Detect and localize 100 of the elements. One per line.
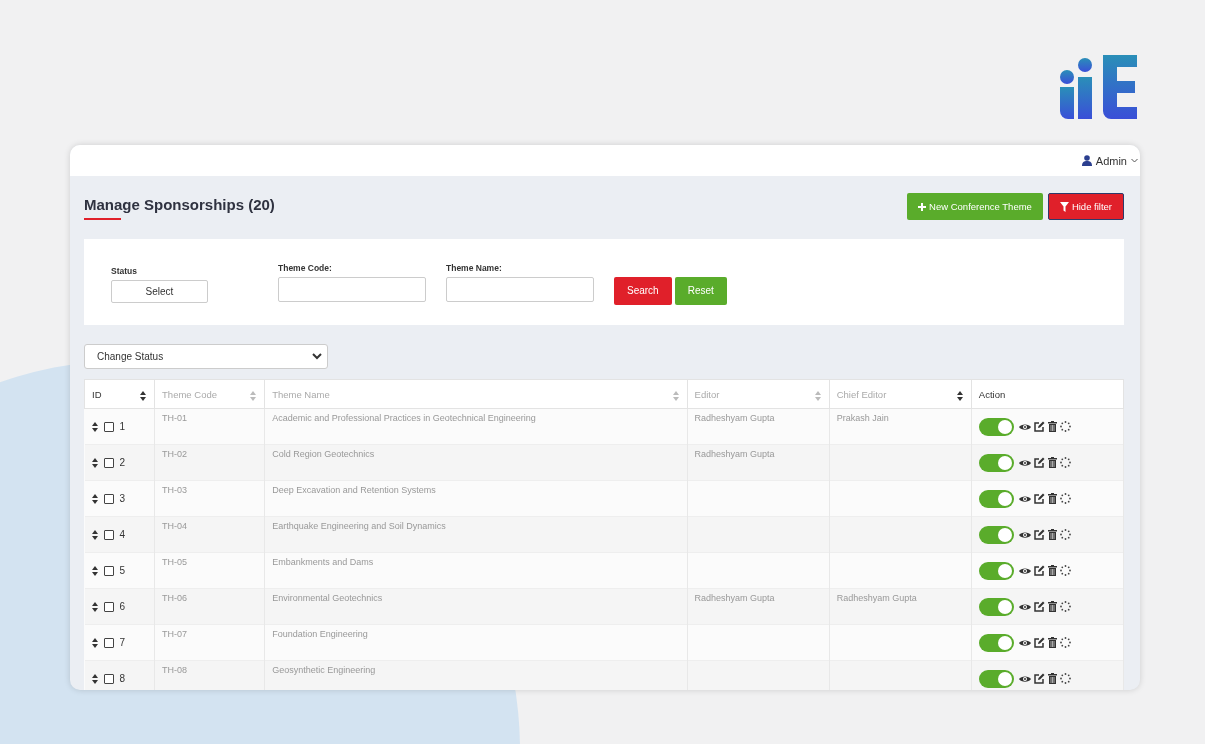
eye-icon[interactable] (1018, 602, 1031, 611)
status-toggle[interactable] (978, 417, 1014, 436)
edit-icon[interactable] (1033, 457, 1045, 468)
table-cell: 1 (119, 421, 126, 432)
eye-icon[interactable] (1018, 530, 1031, 539)
column-header[interactable]: Theme Name (264, 379, 688, 409)
edit-icon[interactable] (1033, 673, 1045, 684)
table-cell: TH-01 (162, 413, 188, 423)
spinner-icon[interactable] (1059, 565, 1071, 576)
table-cell: TH-04 (162, 521, 188, 531)
edit-icon[interactable] (1033, 493, 1045, 504)
hide-filter-button[interactable]: Hide filter (1047, 193, 1124, 220)
edit-icon[interactable] (1033, 529, 1045, 540)
column-header[interactable]: ID (84, 379, 155, 409)
table-cell: Radheshyam Gupta (694, 413, 775, 423)
spinner-icon[interactable] (1059, 529, 1071, 540)
column-header[interactable]: Chief Editor (829, 379, 972, 409)
logo-icon (1059, 55, 1139, 119)
edit-icon[interactable] (1033, 637, 1045, 648)
status-toggle[interactable] (978, 597, 1014, 616)
column-header[interactable]: Editor (687, 379, 830, 409)
eye-icon[interactable] (1018, 422, 1031, 431)
status-toggle[interactable] (978, 669, 1014, 688)
sort-handle-icon[interactable] (91, 493, 98, 504)
trash-icon[interactable] (1047, 457, 1057, 468)
table-cell: Environmental Geotechnics (272, 593, 383, 603)
filter-icon (1059, 201, 1069, 212)
row-checkbox[interactable] (103, 637, 114, 648)
eye-icon[interactable] (1018, 458, 1031, 467)
table-cell: TH-07 (162, 629, 188, 639)
row-checkbox[interactable] (103, 421, 114, 432)
edit-icon[interactable] (1033, 421, 1045, 432)
status-toggle[interactable] (978, 561, 1014, 580)
spinner-icon[interactable] (1059, 601, 1071, 612)
search-button[interactable]: Search (614, 276, 672, 305)
table-cell: Radheshyam Gupta (694, 449, 775, 459)
spinner-icon[interactable] (1059, 493, 1071, 504)
status-toggle[interactable] (978, 489, 1014, 508)
sort-handle-icon[interactable] (91, 421, 98, 432)
chevron-down-icon (1131, 158, 1138, 163)
trash-icon[interactable] (1047, 565, 1057, 576)
table-cell: Radheshyam Gupta (836, 593, 917, 603)
input-field[interactable] (278, 276, 426, 302)
trash-icon[interactable] (1047, 601, 1057, 612)
table-cell: TH-08 (162, 665, 188, 675)
column-header[interactable]: Theme Code (154, 379, 265, 409)
eye-icon[interactable] (1018, 494, 1031, 503)
user-menu[interactable]: Admin (1081, 154, 1140, 167)
edit-icon[interactable] (1033, 601, 1045, 612)
trash-icon[interactable] (1047, 493, 1057, 504)
row-checkbox[interactable] (103, 493, 114, 504)
spinner-icon[interactable] (1059, 673, 1071, 684)
row-checkbox[interactable] (103, 565, 114, 576)
table-cell: TH-06 (162, 593, 188, 603)
column-header: Action (971, 379, 1124, 409)
spinner-icon[interactable] (1059, 421, 1071, 432)
sort-icon (140, 391, 147, 401)
sort-icon (250, 391, 257, 401)
filter-label: Status (111, 265, 138, 276)
sort-handle-icon[interactable] (91, 529, 98, 540)
sort-handle-icon[interactable] (91, 673, 98, 684)
eye-icon[interactable] (1018, 674, 1031, 683)
row-checkbox[interactable] (103, 457, 114, 468)
input-field[interactable] (446, 276, 594, 302)
eye-icon[interactable] (1018, 638, 1031, 647)
row-checkbox[interactable] (103, 529, 114, 540)
spinner-icon[interactable] (1059, 457, 1071, 468)
status-toggle[interactable] (978, 633, 1014, 652)
row-checkbox[interactable] (103, 673, 114, 684)
sort-handle-icon[interactable] (91, 457, 98, 468)
sort-handle-icon[interactable] (91, 565, 98, 576)
edit-icon[interactable] (1033, 565, 1045, 576)
table-cell: 2 (119, 457, 126, 468)
table-cell: 4 (119, 529, 126, 540)
table-cell: Geosynthetic Engineering (272, 665, 376, 675)
change-status-select[interactable]: Change Status (84, 344, 328, 369)
table-cell: 6 (119, 601, 126, 612)
table-cell: Cold Region Geotechnics (272, 449, 375, 459)
status-select[interactable]: Select (111, 279, 208, 303)
sort-icon (814, 391, 821, 401)
table-cell: TH-05 (162, 557, 188, 567)
row-checkbox[interactable] (103, 601, 114, 612)
page-title: Manage Sponsorships (20) (84, 196, 275, 213)
trash-icon[interactable] (1047, 421, 1057, 432)
trash-icon[interactable] (1047, 529, 1057, 540)
table-cell: Foundation Engineering (272, 629, 368, 639)
status-toggle[interactable] (978, 525, 1014, 544)
eye-icon[interactable] (1018, 566, 1031, 575)
status-toggle[interactable] (978, 453, 1014, 472)
filter-label: Theme Code: (278, 262, 333, 273)
spinner-icon[interactable] (1059, 637, 1071, 648)
trash-icon[interactable] (1047, 673, 1057, 684)
reset-button[interactable]: Reset (674, 276, 727, 305)
table-cell: Radheshyam Gupta (694, 593, 775, 603)
new-theme-button[interactable]: New Conference Theme (907, 193, 1043, 220)
table-cell: Embankments and Dams (272, 557, 374, 567)
table-cell: 8 (119, 673, 126, 684)
sort-handle-icon[interactable] (91, 601, 98, 612)
sort-handle-icon[interactable] (91, 637, 98, 648)
trash-icon[interactable] (1047, 637, 1057, 648)
